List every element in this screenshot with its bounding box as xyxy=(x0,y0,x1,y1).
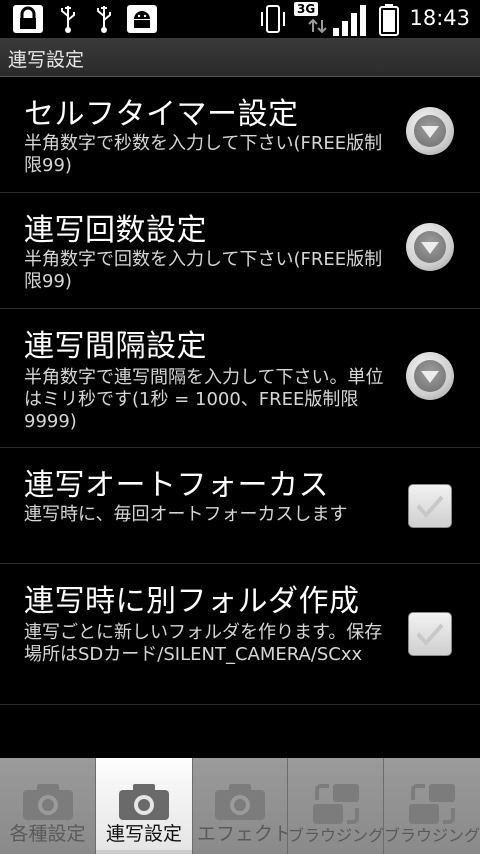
tab-browsing-2[interactable]: ブラウジング xyxy=(384,758,480,854)
separate-folder-checkbox[interactable] xyxy=(408,612,452,656)
checkmark-icon xyxy=(416,623,444,647)
signal-icon xyxy=(333,5,366,36)
page-title: 連写設定 xyxy=(8,49,85,71)
camera-rotate-icon xyxy=(409,784,455,824)
pref-summary: 半角数字で秒数を入力して下さい(FREE版制限99) xyxy=(24,133,383,176)
dropdown-arrow-icon[interactable] xyxy=(406,352,454,400)
camera-icon xyxy=(215,784,265,820)
tab-general-settings[interactable]: 各種設定 xyxy=(0,758,96,854)
tab-label: ブラウジング xyxy=(384,826,480,845)
pref-summary: 連写時に、毎回オートフォーカスします xyxy=(24,504,348,525)
pref-separate-folder[interactable]: 連写時に別フォルダ作成 連写ごとに新しいフォルダを作ります。保存場所はSDカード… xyxy=(0,564,480,705)
pref-burst-interval[interactable]: 連写間隔設定 半角数字で連写間隔を入力して下さい。単位はミリ秒です(1秒 = 1… xyxy=(0,309,480,448)
tab-bar: 各種設定 連写設定 エフェクト ブラウジング ブラウジング xyxy=(0,758,480,854)
autofocus-checkbox[interactable] xyxy=(408,484,452,528)
network-type-badge: 3G xyxy=(294,2,319,16)
camera-rotate-icon xyxy=(312,784,359,824)
tab-burst-settings[interactable]: 連写設定 xyxy=(96,758,193,854)
data-arrows-icon xyxy=(308,18,327,34)
pref-title: 連写時に別フォルダ作成 xyxy=(24,584,360,619)
pref-summary: 半角数字で連写間隔を入力して下さい。単位はミリ秒です(1秒 = 1000、FRE… xyxy=(24,367,384,432)
pref-title: 連写間隔設定 xyxy=(24,329,207,364)
tab-label: ブラウジング xyxy=(288,826,384,845)
pref-title: 連写回数設定 xyxy=(24,213,207,248)
pref-burst-autofocus[interactable]: 連写オートフォーカス 連写時に、毎回オートフォーカスします xyxy=(0,448,480,564)
pref-summary: 半角数字で回数を入力して下さい(FREE版制限99) xyxy=(24,249,383,292)
tab-effects[interactable]: エフェクト xyxy=(193,758,288,854)
camera-icon xyxy=(22,784,73,820)
pref-summary: 連写ごとに新しいフォルダを作ります。保存場所はSDカード/SILENT_CAME… xyxy=(24,622,383,665)
usb-icon xyxy=(61,6,75,33)
pref-self-timer[interactable]: セルフタイマー設定 半角数字で秒数を入力して下さい(FREE版制限99) xyxy=(0,77,480,193)
status-bar: 3G 18:43 xyxy=(0,0,480,38)
dropdown-arrow-icon[interactable] xyxy=(406,223,454,271)
clock: 18:43 xyxy=(409,6,470,30)
tab-label: 連写設定 xyxy=(105,823,182,845)
usb-icon xyxy=(97,6,111,33)
pref-title: セルフタイマー設定 xyxy=(24,97,299,132)
android-debug-icon xyxy=(127,5,157,33)
tab-label: 各種設定 xyxy=(9,823,86,845)
tab-label: エフェクト xyxy=(197,823,288,845)
tab-browsing[interactable]: ブラウジング xyxy=(288,758,384,854)
camera-icon xyxy=(119,784,169,820)
battery-icon xyxy=(379,4,399,36)
title-bar: 連写設定 xyxy=(0,38,480,77)
lock-icon xyxy=(13,5,43,33)
vibrate-icon xyxy=(261,5,285,33)
pref-title: 連写オートフォーカス xyxy=(24,468,329,503)
checkmark-icon xyxy=(416,495,444,519)
pref-burst-count[interactable]: 連写回数設定 半角数字で回数を入力して下さい(FREE版制限99) xyxy=(0,193,480,309)
dropdown-arrow-icon[interactable] xyxy=(406,107,454,155)
